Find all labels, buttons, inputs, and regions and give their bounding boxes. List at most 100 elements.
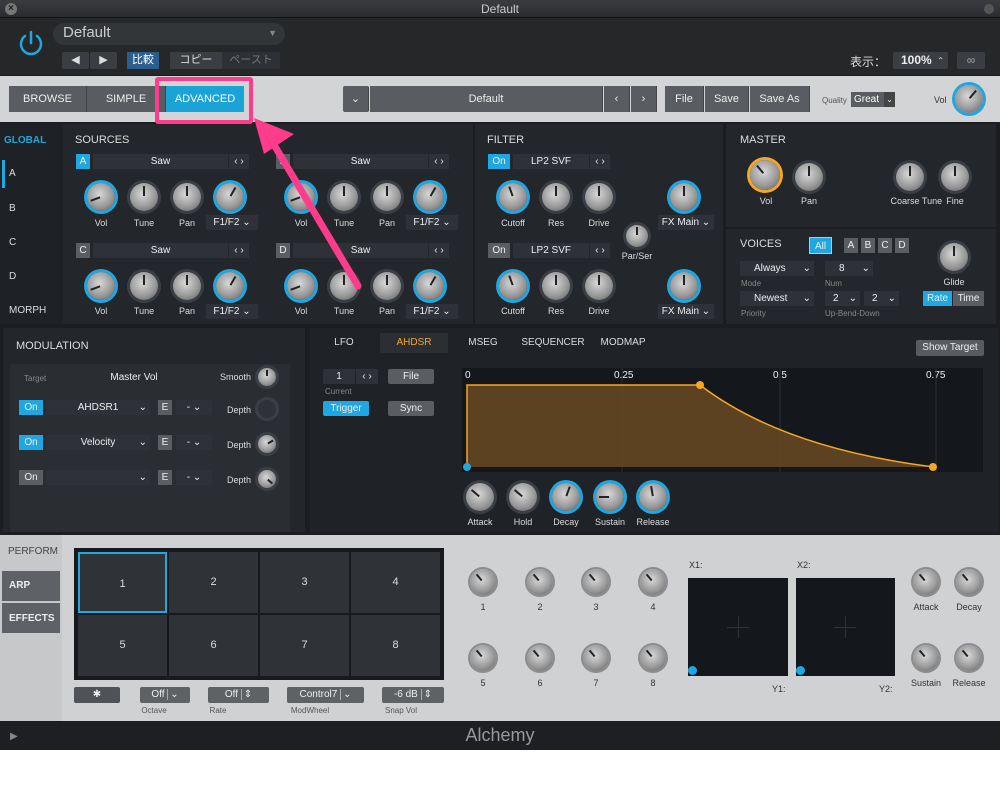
maximize-icon[interactable] — [984, 4, 994, 14]
hold-knob[interactable] — [509, 483, 537, 511]
snap-vol-select[interactable]: -6 dB ⇕ — [382, 687, 444, 703]
prev-preset-button[interactable]: ◀ — [62, 52, 89, 69]
link-icon[interactable]: ∞ — [957, 52, 985, 69]
mod-row-3-on[interactable]: On — [19, 470, 43, 485]
glide-time-button[interactable]: Time — [953, 291, 984, 306]
perform-knob-5[interactable] — [470, 645, 496, 671]
arp-tab[interactable]: ARP — [9, 580, 30, 591]
perform-knob-8[interactable] — [640, 645, 666, 671]
mod-row-3-depth-knob[interactable] — [258, 470, 276, 488]
mod-row-2-on[interactable]: On — [19, 435, 43, 450]
save-button[interactable]: Save — [705, 86, 749, 112]
perform-pad-3[interactable]: 3 — [260, 552, 349, 613]
preset-display[interactable]: Default — [370, 86, 603, 112]
xy-pad-1-handle[interactable] — [688, 666, 697, 675]
master-vol-knob[interactable] — [750, 160, 780, 190]
source-a-vol-knob[interactable] — [87, 183, 115, 211]
source-b-route-select[interactable]: F1/F2 ⌄ — [406, 215, 458, 230]
perform-knob-2[interactable] — [527, 569, 553, 595]
source-c-tune-knob[interactable] — [130, 272, 158, 300]
perform-knob-7[interactable] — [583, 645, 609, 671]
mod-row-1-dash[interactable]: - ⌄ — [176, 400, 212, 415]
source-a-pan-knob[interactable] — [173, 183, 201, 211]
power-icon[interactable] — [16, 28, 46, 58]
filter-1-drive-knob[interactable] — [585, 183, 613, 211]
source-a-letter[interactable]: A — [76, 154, 90, 169]
voices-mode-select[interactable]: Always ⌄ — [740, 261, 814, 276]
voices-d-button[interactable]: D — [895, 238, 909, 253]
effects-tab[interactable]: EFFECTS — [9, 613, 55, 624]
source-c-pan-knob[interactable] — [173, 272, 201, 300]
mod-row-1-depth-knob[interactable] — [258, 400, 276, 418]
filter-2-fx-select[interactable]: FX Main ⌄ — [658, 304, 714, 319]
master-volume-knob[interactable] — [955, 85, 983, 113]
smooth-knob[interactable] — [258, 368, 276, 386]
release-knob[interactable] — [639, 483, 667, 511]
source-a-tune-knob[interactable] — [130, 183, 158, 211]
decay-knob[interactable] — [552, 483, 580, 511]
filter-2-on-toggle[interactable]: On — [488, 243, 510, 258]
source-d-route-knob[interactable] — [416, 272, 444, 300]
perform-pad-5[interactable]: 5 — [78, 615, 167, 676]
glide-knob[interactable] — [940, 243, 968, 271]
mod-row-3-e[interactable]: E — [158, 470, 172, 485]
perform-sustain-knob[interactable] — [913, 645, 939, 671]
chevron-right-icon[interactable]: › — [631, 86, 657, 112]
close-icon[interactable]: × — [5, 3, 17, 15]
master-coarse-knob[interactable] — [896, 163, 924, 191]
perform-knob-4[interactable] — [640, 569, 666, 595]
filter-2-arrows-icon[interactable]: ‹ › — [590, 243, 610, 258]
quality-select[interactable]: Great ⌄ — [851, 92, 895, 107]
perform-tab[interactable]: PERFORM — [8, 546, 58, 557]
source-c-route-select[interactable]: F1/F2 ⌄ — [206, 304, 258, 319]
filter-2-fx-knob[interactable] — [670, 272, 698, 300]
mod-row-2-e[interactable]: E — [158, 435, 172, 450]
tab-sequencer[interactable]: SEQUENCER — [518, 333, 588, 353]
filter-2-drive-knob[interactable] — [585, 272, 613, 300]
perform-attack-knob[interactable] — [913, 569, 939, 595]
target-value[interactable]: Master Vol — [80, 372, 188, 383]
perform-knob-6[interactable] — [527, 645, 553, 671]
source-b-route-knob[interactable] — [416, 183, 444, 211]
voices-priority-select[interactable]: Newest ⌄ — [740, 291, 814, 306]
filter-2-type[interactable]: LP2 SVF — [513, 243, 589, 258]
trigger-button[interactable]: Trigger — [323, 401, 369, 416]
perform-release-knob[interactable] — [956, 645, 982, 671]
filter-1-fx-select[interactable]: FX Main ⌄ — [658, 215, 714, 230]
source-d-route-select[interactable]: F1/F2 ⌄ — [406, 304, 458, 319]
mod-row-1-source[interactable]: AHDSR1 ⌄ — [46, 400, 150, 415]
compare-button[interactable]: 比較 — [127, 52, 159, 69]
ahdsr-index[interactable]: 1 — [323, 369, 355, 384]
rate-select[interactable]: Off ⇕ — [208, 687, 269, 703]
sync-button[interactable]: Sync — [388, 401, 434, 416]
master-pan-knob[interactable] — [795, 163, 823, 191]
save-as-button[interactable]: Save As — [750, 86, 810, 112]
browse-button[interactable]: BROWSE — [9, 86, 87, 112]
sustain-knob[interactable] — [596, 483, 624, 511]
perform-knob-1[interactable] — [470, 569, 496, 595]
mod-row-3-dash[interactable]: - ⌄ — [176, 470, 212, 485]
filter-1-arrows-icon[interactable]: ‹ › — [590, 154, 610, 169]
perform-pad-4[interactable]: 4 — [351, 552, 440, 613]
perform-pad-2[interactable]: 2 — [169, 552, 258, 613]
perform-pad-8[interactable]: 8 — [351, 615, 440, 676]
voices-c-button[interactable]: C — [878, 238, 892, 253]
gear-icon[interactable]: ✱ — [74, 687, 120, 703]
filter-1-res-knob[interactable] — [542, 183, 570, 211]
source-d-arrows-icon[interactable]: ‹ › — [429, 243, 449, 258]
bend-down-select[interactable]: 2 ⌄ — [864, 291, 899, 306]
par-ser-knob[interactable] — [626, 225, 648, 247]
bend-up-select[interactable]: 2 ⌄ — [825, 291, 860, 306]
preset-selector[interactable]: Default ▼ — [53, 23, 285, 45]
tab-modmap[interactable]: MODMAP — [590, 333, 656, 353]
octave-select[interactable]: Off ⌄ — [140, 687, 190, 703]
preset-menu-chevron-icon[interactable]: ⌄ — [343, 86, 369, 112]
source-c-letter[interactable]: C — [76, 243, 90, 258]
voices-all-button[interactable]: All — [809, 237, 832, 254]
ahdsr-file-button[interactable]: File — [388, 369, 434, 384]
source-b-arrows-icon[interactable]: ‹ › — [429, 154, 449, 169]
filter-1-cutoff-knob[interactable] — [499, 183, 527, 211]
mod-row-2-source[interactable]: Velocity ⌄ — [46, 435, 150, 450]
mod-row-3-source[interactable]: ⌄ — [46, 470, 150, 485]
xy-pad-1[interactable] — [688, 578, 788, 676]
